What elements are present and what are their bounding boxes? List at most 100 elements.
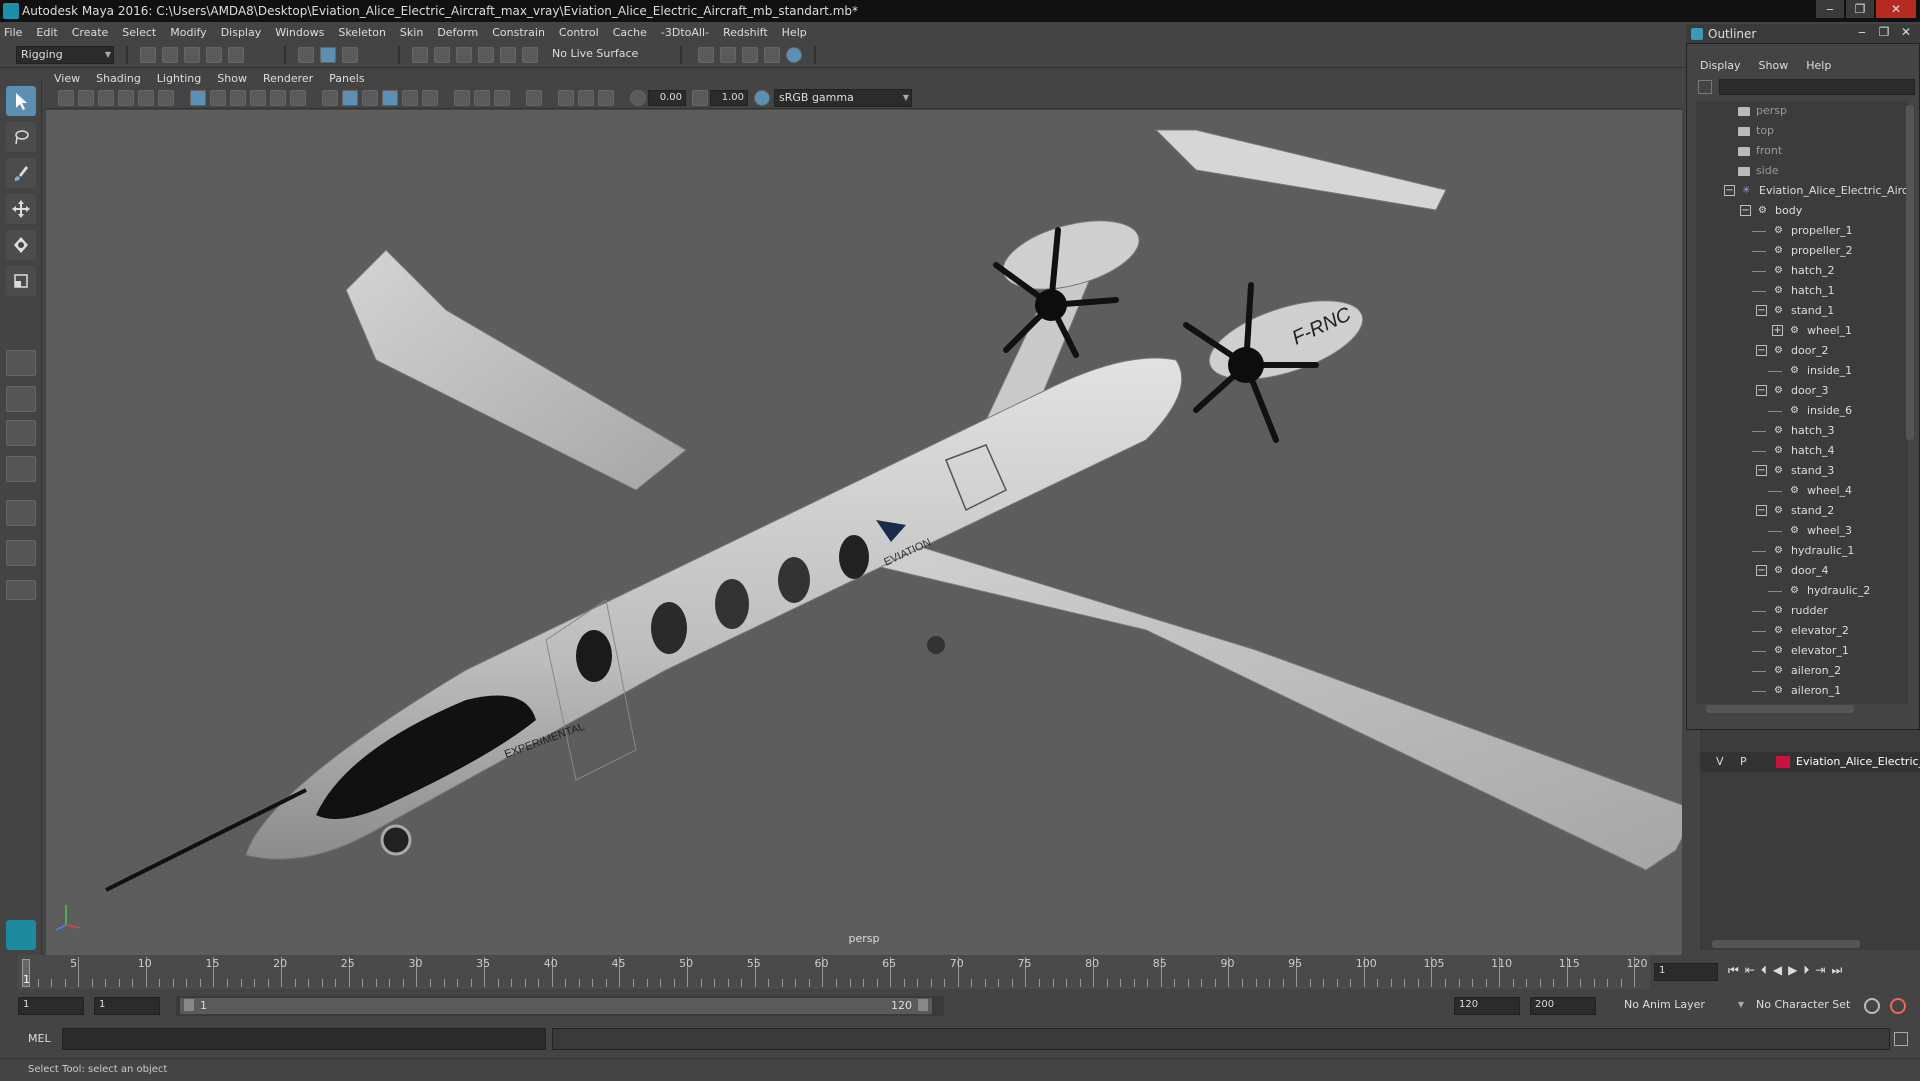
gate-mask-icon[interactable] xyxy=(250,90,266,106)
film-gate-icon[interactable] xyxy=(210,90,226,106)
hypershade-icon[interactable] xyxy=(786,47,802,63)
hypershade-layout-button[interactable] xyxy=(6,500,36,526)
anim-layer-dropdown[interactable]: No Anim Layer ▼ xyxy=(1620,997,1746,1015)
playback-start-field[interactable]: 1 xyxy=(94,997,160,1015)
outliner-close-button[interactable]: ✕ xyxy=(1896,24,1916,40)
backface-culling-icon[interactable] xyxy=(598,90,614,106)
go-to-end-icon[interactable]: ⏭ xyxy=(1831,963,1842,978)
character-set-dropdown[interactable]: No Character Set xyxy=(1752,997,1862,1015)
collapse-icon[interactable]: − xyxy=(1756,565,1767,576)
close-button[interactable]: ✕ xyxy=(1876,0,1916,18)
exposure-field[interactable]: 0.00 xyxy=(648,90,686,106)
range-end-grip[interactable] xyxy=(918,999,928,1011)
layer-color-swatch[interactable] xyxy=(1776,756,1790,768)
aircraft-model[interactable]: EVIATION EXPERIMENTAL F-RNC xyxy=(46,110,1682,955)
snap-point-icon[interactable] xyxy=(456,47,472,63)
outliner-item-door-2[interactable]: ⚙ door_2 xyxy=(1774,341,1828,361)
camera-select-icon[interactable] xyxy=(58,90,74,106)
image-plane-icon[interactable] xyxy=(118,90,134,106)
grease-pencil-icon[interactable] xyxy=(158,90,174,106)
collapse-icon[interactable]: − xyxy=(1756,305,1767,316)
outliner-item-door-3[interactable]: ⚙ door_3 xyxy=(1774,381,1828,401)
field-chart-icon[interactable] xyxy=(270,90,286,106)
menu-set-dropdown[interactable]: Rigging ▼ xyxy=(16,46,114,64)
snap-surface-icon[interactable] xyxy=(522,47,538,63)
panel-menu-shading[interactable]: Shading xyxy=(96,72,141,85)
outliner-item-body[interactable]: ⚙ body xyxy=(1758,201,1802,221)
outliner-item-hatch-3[interactable]: ⚙ hatch_3 xyxy=(1774,421,1835,441)
render-view-icon[interactable] xyxy=(698,47,714,63)
menu-create[interactable]: Create xyxy=(72,26,109,39)
step-forward-frame-icon[interactable]: ⏵ xyxy=(1803,963,1809,978)
layer-playback-toggle[interactable]: P xyxy=(1740,755,1747,768)
panel-menu-show[interactable]: Show xyxy=(217,72,247,85)
animation-start-field[interactable]: 1 xyxy=(18,997,84,1015)
outliner-item-hydraulic-2[interactable]: ⚙ hydraulic_2 xyxy=(1790,581,1870,601)
command-input[interactable] xyxy=(62,1028,546,1050)
playback-end-field[interactable]: 120 xyxy=(1454,997,1520,1015)
outliner-item-propeller-2[interactable]: ⚙ propeller_2 xyxy=(1774,241,1853,261)
menu-help[interactable]: Help xyxy=(782,26,807,39)
menu-constrain[interactable]: Constrain xyxy=(492,26,545,39)
collapse-icon[interactable]: − xyxy=(1740,205,1751,216)
menu-file[interactable]: File xyxy=(4,26,22,39)
outliner-item-rudder[interactable]: ⚙ rudder xyxy=(1774,601,1828,621)
outliner-item-wheel-1[interactable]: ⚙ wheel_1 xyxy=(1790,321,1852,341)
bookmark-icon[interactable] xyxy=(98,90,114,106)
outliner-restore-button[interactable]: ❐ xyxy=(1874,24,1894,40)
panel-menu-panels[interactable]: Panels xyxy=(329,72,364,85)
outliner-item-hatch-4[interactable]: ⚙ hatch_4 xyxy=(1774,441,1835,461)
outliner-item-aileron-2[interactable]: ⚙ aileron_2 xyxy=(1774,661,1841,681)
use-all-lights-icon[interactable] xyxy=(422,90,438,106)
play-forward-icon[interactable]: ▶ xyxy=(1788,963,1797,978)
step-back-key-icon[interactable]: ⇤ xyxy=(1745,963,1755,978)
outliner-item-propeller-1[interactable]: ⚙ propeller_1 xyxy=(1774,221,1853,241)
menu-edit[interactable]: Edit xyxy=(36,26,57,39)
isolate-select-icon[interactable] xyxy=(526,90,542,106)
minimize-button[interactable]: ‒ xyxy=(1816,0,1844,18)
outliner-item-wheel-4[interactable]: ⚙ wheel_4 xyxy=(1790,481,1852,501)
outliner-item-persp[interactable]: persp xyxy=(1738,101,1787,121)
grid-toggle-icon[interactable] xyxy=(190,90,206,106)
outliner-menu-show[interactable]: Show xyxy=(1759,59,1789,72)
restore-button[interactable]: ❐ xyxy=(1846,0,1874,18)
outliner-vertical-scrollbar[interactable] xyxy=(1906,105,1914,440)
outliner-horizontal-scrollbar[interactable] xyxy=(1706,705,1854,713)
redo-icon[interactable] xyxy=(228,47,244,63)
save-scene-icon[interactable] xyxy=(184,47,200,63)
menu-modify[interactable]: Modify xyxy=(170,26,206,39)
collapse-toolbox-button[interactable] xyxy=(6,580,36,600)
outliner-item-wheel-3[interactable]: ⚙ wheel_3 xyxy=(1790,521,1852,541)
outliner-item-front[interactable]: front xyxy=(1738,141,1782,161)
single-perspective-layout-button[interactable] xyxy=(6,350,36,376)
outliner-search-input[interactable] xyxy=(1719,79,1915,95)
outliner-menu-display[interactable]: Display xyxy=(1700,59,1741,72)
range-slider-handle[interactable]: 1 120 xyxy=(180,998,932,1014)
script-language-toggle[interactable]: MEL xyxy=(28,1032,51,1045)
two-d-pan-icon[interactable] xyxy=(138,90,154,106)
panel-menu-view[interactable]: View xyxy=(54,72,80,85)
view-transform-dropdown[interactable]: sRGB gamma ▼ xyxy=(774,89,912,107)
rotate-tool-button[interactable] xyxy=(6,230,36,260)
new-scene-icon[interactable] xyxy=(140,47,156,63)
menu-select[interactable]: Select xyxy=(122,26,156,39)
outliner-item-hatch-2[interactable]: ⚙ hatch_2 xyxy=(1774,261,1835,281)
outliner-item-stand-3[interactable]: ⚙ stand_3 xyxy=(1774,461,1834,481)
outliner-filter-icon[interactable] xyxy=(1698,80,1712,94)
exposure-icon[interactable] xyxy=(630,90,646,106)
outliner-item-eviation-alice-electric-aircraft[interactable]: ✳ Eviation_Alice_Electric_Aircraft xyxy=(1742,181,1908,201)
go-to-start-icon[interactable]: ⏮ xyxy=(1728,963,1739,978)
range-slider-track[interactable]: 1 120 xyxy=(176,996,944,1016)
panel-menu-lighting[interactable]: Lighting xyxy=(157,72,201,85)
outliner-item-elevator-1[interactable]: ⚙ elevator_1 xyxy=(1774,641,1849,661)
use-default-material-icon[interactable] xyxy=(362,90,378,106)
smooth-shade-icon[interactable] xyxy=(342,90,358,106)
outliner-minimize-button[interactable]: ‒ xyxy=(1852,24,1872,40)
color-management-icon[interactable] xyxy=(754,90,770,106)
anti-aliasing-icon[interactable] xyxy=(494,90,510,106)
animation-end-field[interactable]: 200 xyxy=(1530,997,1596,1015)
outliner-item-inside-1[interactable]: ⚙ inside_1 xyxy=(1790,361,1852,381)
four-view-layout-button[interactable] xyxy=(6,386,36,412)
wireframe-on-shaded-icon[interactable] xyxy=(382,90,398,106)
ipr-render-icon[interactable] xyxy=(742,47,758,63)
